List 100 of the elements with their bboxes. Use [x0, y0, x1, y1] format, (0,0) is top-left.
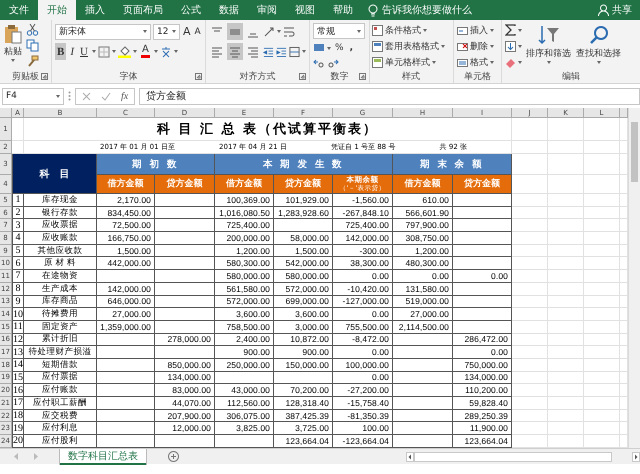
caret-icon[interactable]	[154, 50, 158, 53]
tell-me-field[interactable]: 告诉我你想要做什么	[382, 3, 472, 17]
wrap-text-icon[interactable]	[283, 26, 295, 38]
dialog-launcher-icon[interactable]	[359, 73, 366, 80]
insert-function-button[interactable]: fx	[121, 90, 128, 102]
merge-cells-icon[interactable]	[289, 46, 300, 58]
cells-menu-button[interactable]: 插入	[457, 23, 498, 38]
caret-icon[interactable]	[490, 29, 494, 32]
clipboard-icon[interactable]	[4, 24, 22, 44]
caret-icon[interactable]	[92, 50, 96, 53]
cells-menu-button[interactable]: 格式	[457, 55, 498, 70]
caret-icon[interactable]	[546, 61, 550, 64]
sum-icon[interactable]	[505, 24, 516, 36]
style-menu-button[interactable]: 条件格式	[372, 23, 450, 38]
caret-icon[interactable]	[490, 45, 494, 48]
caret-icon[interactable]	[596, 61, 600, 64]
right-arrow-icon[interactable]	[632, 452, 640, 462]
caret-icon[interactable]	[432, 61, 436, 64]
increase-decimal-icon[interactable]	[313, 58, 325, 68]
caret-icon[interactable]	[143, 30, 147, 33]
style-menu-button[interactable]: 单元格样式	[372, 55, 450, 70]
cells-icon[interactable]	[457, 41, 468, 52]
cell-style-icon[interactable]	[372, 25, 383, 36]
column-group-header: 期 初 数	[97, 154, 215, 175]
style-menu-button[interactable]: 套用表格格式	[372, 39, 450, 54]
underline-button[interactable]: U	[78, 43, 90, 60]
caret-icon[interactable]	[172, 30, 176, 33]
cell-style-icon[interactable]	[372, 41, 383, 52]
ribbon-tab[interactable]: 视图	[286, 0, 324, 20]
sort-filter-icon[interactable]	[536, 24, 560, 46]
add-sheet-icon[interactable]	[168, 451, 179, 462]
ribbon-tab[interactable]: 帮助	[324, 0, 362, 20]
cells-icon[interactable]	[457, 57, 468, 68]
fill-down-icon[interactable]	[505, 40, 516, 52]
caret-icon[interactable]	[518, 44, 522, 48]
paste-button[interactable]: 粘贴	[3, 23, 23, 69]
ribbon-tab[interactable]: 文件	[0, 0, 38, 20]
currency-icon[interactable]	[313, 43, 325, 53]
caret-icon[interactable]	[423, 29, 427, 32]
font-color-button[interactable]: A	[138, 43, 152, 60]
caret-icon[interactable]	[277, 30, 281, 33]
cells-menu-button[interactable]: 删除	[457, 39, 498, 54]
name-box[interactable]: F4	[2, 88, 64, 104]
caret-icon[interactable]	[302, 50, 306, 53]
ribbon-tab[interactable]: 开始	[38, 0, 76, 20]
table-cell	[548, 358, 584, 372]
caret-icon[interactable]	[132, 50, 137, 53]
eraser-icon[interactable]	[505, 56, 516, 68]
left-arrow-icon[interactable]	[406, 452, 414, 462]
caret-icon[interactable]	[174, 50, 178, 53]
dialog-launcher-icon[interactable]	[195, 73, 202, 80]
search-icon[interactable]	[588, 24, 610, 46]
caret-icon[interactable]	[56, 94, 60, 98]
caret-icon[interactable]	[518, 28, 522, 32]
scissors-icon[interactable]	[26, 23, 39, 36]
formula-field[interactable]: 贷方金额	[139, 88, 640, 104]
grow-font-button[interactable]: A	[182, 23, 192, 40]
share-button[interactable]: 共享	[612, 3, 632, 17]
font-name-dropdown[interactable]: 新宋体	[55, 24, 151, 40]
shrink-font-button[interactable]: A	[194, 23, 202, 40]
ribbon-tab[interactable]: 插入	[76, 0, 114, 20]
cells-icon[interactable]	[457, 25, 468, 36]
table-cell: 72,500.00	[97, 219, 155, 232]
caret-icon[interactable]	[490, 61, 494, 64]
copy-icon[interactable]	[26, 39, 39, 52]
caret-icon[interactable]	[518, 60, 522, 64]
lightbulb-icon[interactable]	[368, 4, 378, 16]
decrease-indent-icon[interactable]	[263, 46, 274, 58]
ribbon-tab[interactable]: 数据	[210, 0, 248, 20]
horizontal-scrollbar[interactable]	[414, 452, 612, 462]
ribbon-tab[interactable]: 审阅	[248, 0, 286, 20]
caret-icon[interactable]	[441, 45, 445, 48]
dialog-launcher-icon[interactable]	[299, 73, 306, 80]
person-icon[interactable]	[598, 4, 609, 16]
sheet-tab[interactable]: 数字科目汇总表	[60, 448, 146, 464]
decrease-decimal-icon[interactable]	[327, 58, 339, 68]
comma-style-button[interactable]: ,	[348, 42, 355, 54]
ribbon-tab[interactable]: 页面布局	[114, 0, 172, 20]
ribbon-tab[interactable]: 公式	[172, 0, 210, 20]
percent-button[interactable]: %	[333, 42, 346, 54]
cell-style-icon[interactable]	[372, 57, 383, 68]
fill-color-icon[interactable]	[118, 45, 131, 58]
number-format-dropdown[interactable]: 常规	[313, 23, 365, 39]
caret-icon[interactable]	[357, 30, 361, 32]
find-select-button[interactable]: 查找和选择	[575, 23, 622, 69]
caret-icon[interactable]	[11, 59, 15, 62]
borders-icon[interactable]	[98, 46, 110, 58]
vertical-scrollbar[interactable]	[628, 108, 640, 448]
paintbrush-icon[interactable]	[26, 55, 39, 68]
italic-button[interactable]: I	[68, 43, 76, 60]
orientation-icon[interactable]	[263, 26, 275, 38]
phonetic-icon[interactable]	[160, 46, 172, 58]
font-size-dropdown[interactable]: 12	[153, 24, 180, 40]
bold-button[interactable]: B	[55, 43, 66, 60]
more-options-icon[interactable]	[68, 91, 71, 101]
dialog-launcher-icon[interactable]	[41, 73, 48, 80]
sort-filter-button[interactable]: 排序和筛选	[525, 23, 572, 69]
increase-indent-icon[interactable]	[276, 46, 287, 58]
caret-icon[interactable]	[112, 50, 116, 53]
caret-icon[interactable]	[327, 46, 331, 50]
